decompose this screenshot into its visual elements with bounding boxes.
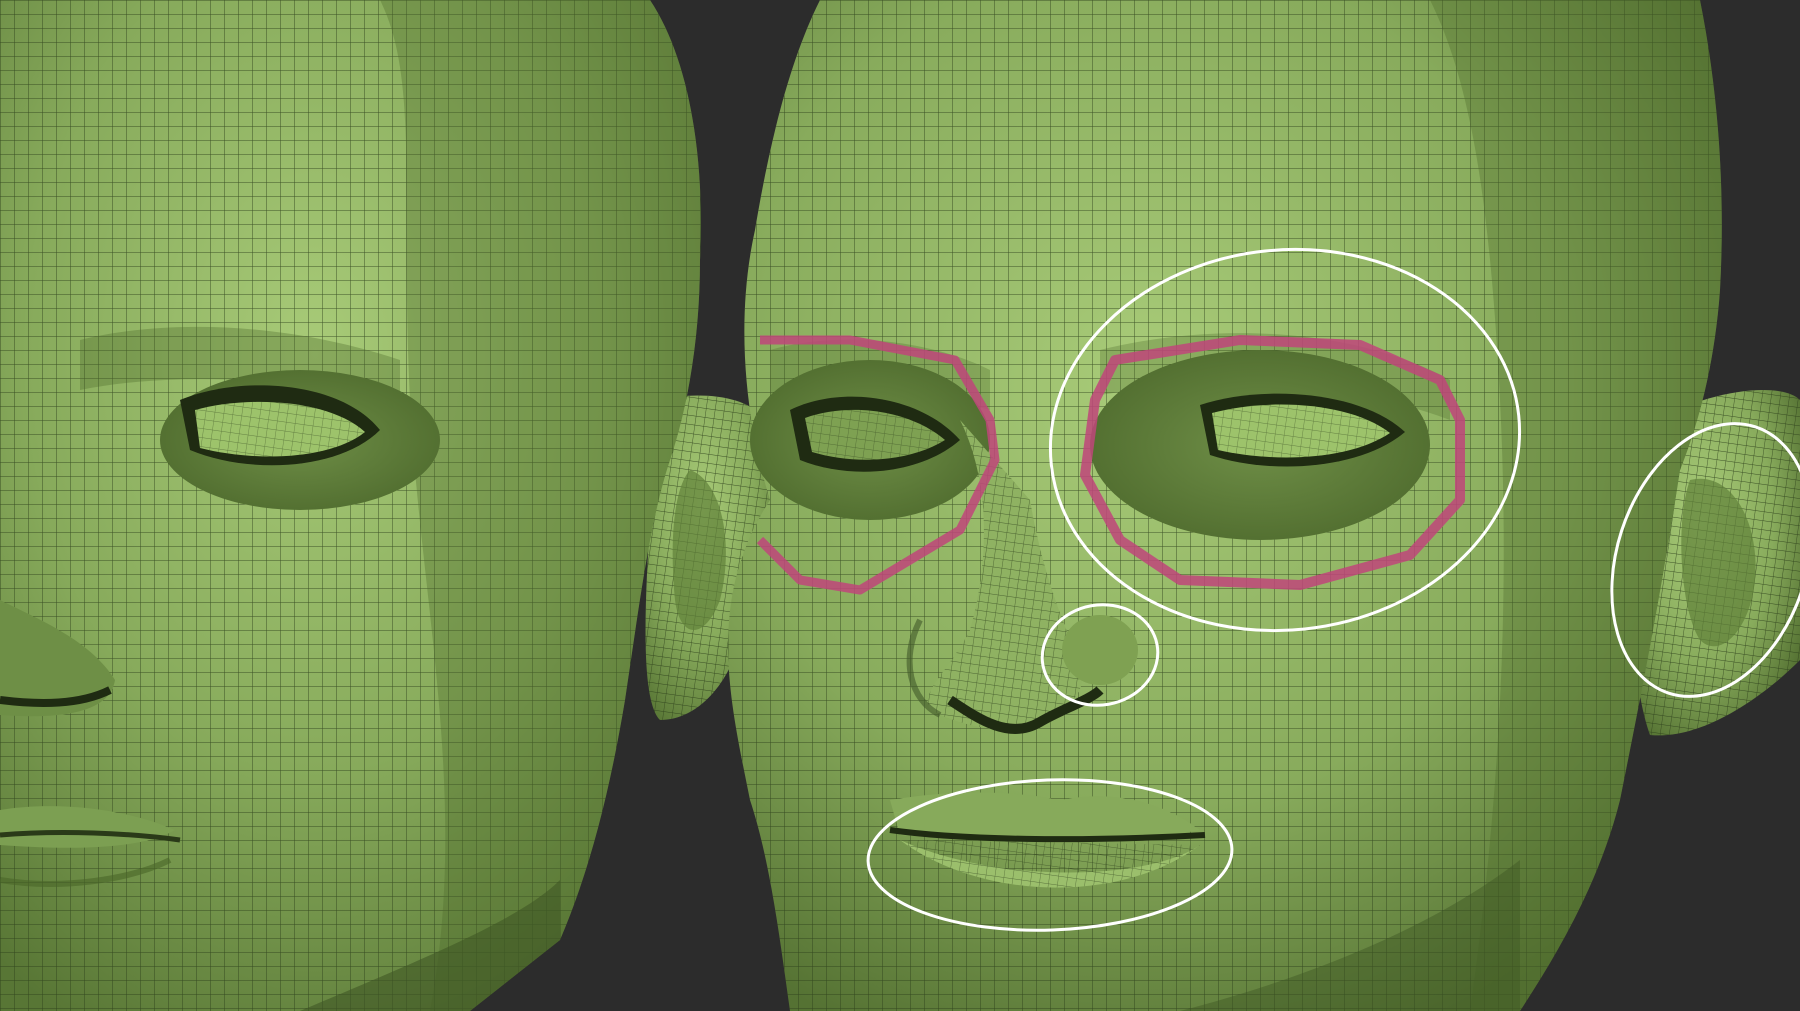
right-head-far-eye xyxy=(1090,350,1430,540)
render-canvas xyxy=(0,0,1800,1011)
left-head-eye xyxy=(160,370,440,510)
topology-render-viewport xyxy=(0,0,1800,1011)
right-head-near-eye xyxy=(750,360,990,520)
